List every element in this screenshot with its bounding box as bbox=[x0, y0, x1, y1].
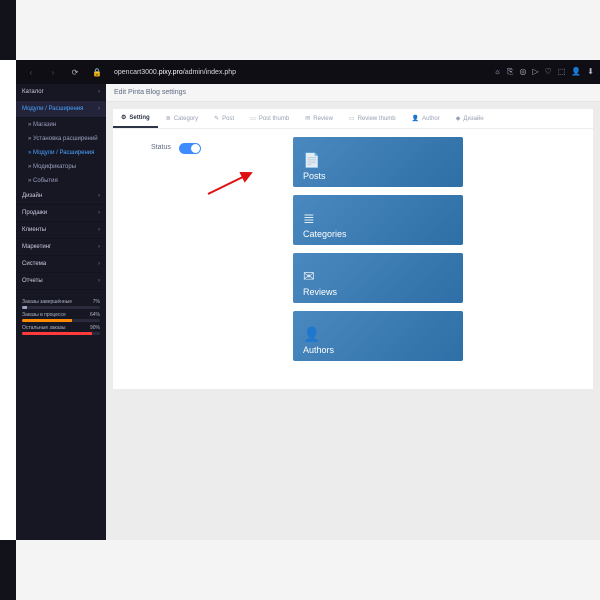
chevron-right-icon: › bbox=[98, 278, 100, 284]
card-icon: 📄 bbox=[303, 153, 453, 167]
page-title: Edit Pinta Blog settings bbox=[106, 84, 600, 102]
ext-icon[interactable]: ☼ bbox=[494, 67, 501, 77]
tab-setting[interactable]: ⚙Setting bbox=[113, 109, 158, 128]
heart-icon[interactable]: ♡ bbox=[545, 67, 552, 77]
download-icon[interactable]: ⬇ bbox=[587, 67, 594, 77]
nav-reload-button[interactable]: ⟳ bbox=[68, 65, 82, 79]
stat-bar bbox=[22, 332, 100, 335]
chevron-right-icon: › bbox=[98, 210, 100, 216]
sidebar-subitem[interactable]: » Магазин bbox=[16, 118, 106, 132]
ext-icon[interactable]: ▷ bbox=[532, 67, 538, 77]
chevron-right-icon: › bbox=[98, 89, 100, 95]
tab-icon: ⚙ bbox=[121, 114, 126, 121]
stat-bar bbox=[22, 319, 100, 322]
window-frame: ‹ › ⟳ 🔒 opencart3000.pixy.pro/admin/inde… bbox=[0, 60, 600, 540]
card-posts[interactable]: 📄 Posts bbox=[293, 137, 463, 187]
url-prefix: opencart3000. bbox=[114, 69, 159, 76]
sidebar-subitem[interactable]: » Установка расширений bbox=[16, 132, 106, 146]
sidebar-stats: Заказы завершённые 7% Заказы в процессе 64… bbox=[16, 290, 106, 341]
sidebar-group[interactable]: Продажи› bbox=[16, 205, 106, 222]
cards-column: 📄 Posts ≣ Categories ✉ Reviews 👤 Authors bbox=[293, 137, 463, 361]
tab-icon: ▭ bbox=[250, 115, 256, 122]
ext-icon[interactable]: ◎ bbox=[519, 67, 526, 77]
sidebar-group[interactable]: Отчеты› bbox=[16, 273, 106, 290]
address-bar[interactable]: opencart3000.pixy.pro/admin/index.php bbox=[114, 69, 494, 76]
tab-icon: 👤 bbox=[412, 115, 419, 122]
tab-icon: ◆ bbox=[456, 115, 461, 122]
stat-bar bbox=[22, 306, 100, 309]
tab-icon: ✉ bbox=[305, 115, 310, 122]
card-label: Categories bbox=[303, 229, 453, 239]
tabs-row: ⚙Setting≣Category✎Post▭Post thumb✉Review… bbox=[113, 109, 593, 129]
url-path: /admin/index.php bbox=[183, 69, 236, 76]
sidebar-group[interactable]: Каталог› bbox=[16, 84, 106, 101]
stat-value: 7% bbox=[93, 299, 100, 305]
nav-forward-button[interactable]: › bbox=[46, 65, 60, 79]
stat-label: Заказы завершённые bbox=[22, 299, 72, 305]
chevron-right-icon: › bbox=[98, 227, 100, 233]
sidebar-group[interactable]: Модули / Расширения› bbox=[16, 101, 106, 118]
card-authors[interactable]: 👤 Authors bbox=[293, 311, 463, 361]
tab-post-thumb[interactable]: ▭Post thumb bbox=[242, 109, 297, 128]
card-icon: 👤 bbox=[303, 327, 453, 341]
settings-panel: ⚙Setting≣Category✎Post▭Post thumb✉Review… bbox=[112, 108, 594, 390]
toolbar-right: ☼ ⎘ ◎ ▷ ♡ ⬚ 👤 ⬇ bbox=[494, 67, 600, 77]
stat-label: Остальные заказы bbox=[22, 325, 65, 331]
card-label: Reviews bbox=[303, 287, 453, 297]
card-icon: ✉ bbox=[303, 269, 453, 283]
stat-value: 90% bbox=[90, 325, 100, 331]
admin-sidebar: Каталог›Модули / Расширения›» Магазин» У… bbox=[16, 84, 106, 540]
card-reviews[interactable]: ✉ Reviews bbox=[293, 253, 463, 303]
status-toggle[interactable] bbox=[179, 143, 201, 154]
tab-icon: ▭ bbox=[349, 115, 355, 122]
ext-icon[interactable]: ⬚ bbox=[558, 67, 566, 77]
content-area: Edit Pinta Blog settings ⚙Setting≣Catego… bbox=[106, 84, 600, 540]
tab-дизайн[interactable]: ◆Дизайн bbox=[448, 109, 492, 128]
sidebar-subitem[interactable]: » Модули / Расширения bbox=[16, 146, 106, 160]
lock-icon: 🔒 bbox=[90, 65, 104, 79]
card-categories[interactable]: ≣ Categories bbox=[293, 195, 463, 245]
sidebar-group[interactable]: Система› bbox=[16, 256, 106, 273]
sidebar-group[interactable]: Клиенты› bbox=[16, 222, 106, 239]
tab-post[interactable]: ✎Post bbox=[206, 109, 242, 128]
chevron-right-icon: › bbox=[98, 193, 100, 199]
tab-review[interactable]: ✉Review bbox=[297, 109, 341, 128]
chevron-right-icon: › bbox=[98, 261, 100, 267]
tab-review-thumb[interactable]: ▭Review thumb bbox=[341, 109, 404, 128]
stat-value: 64% bbox=[90, 312, 100, 318]
card-label: Authors bbox=[303, 345, 453, 355]
nav-back-button[interactable]: ‹ bbox=[24, 65, 38, 79]
browser-topbar: ‹ › ⟳ 🔒 opencart3000.pixy.pro/admin/inde… bbox=[16, 60, 600, 84]
sidebar-group[interactable]: Маркетинг› bbox=[16, 239, 106, 256]
card-label: Posts bbox=[303, 171, 453, 181]
sidebar-group[interactable]: Дизайн› bbox=[16, 188, 106, 205]
tab-icon: ✎ bbox=[214, 115, 219, 122]
url-host: pixy.pro bbox=[159, 69, 183, 76]
tab-icon: ≣ bbox=[166, 115, 171, 122]
status-label: Status bbox=[151, 144, 171, 151]
sidebar-subitem[interactable]: » Модификаторы bbox=[16, 160, 106, 174]
card-icon: ≣ bbox=[303, 211, 453, 225]
user-icon[interactable]: 👤 bbox=[571, 67, 581, 77]
sidebar-subitem[interactable]: » События bbox=[16, 174, 106, 188]
chevron-right-icon: › bbox=[98, 244, 100, 250]
panel-body: Status 📄 Posts ≣ Categories ✉ Reviews 👤 Authors bbox=[113, 129, 593, 389]
chevron-right-icon: › bbox=[98, 106, 100, 112]
tab-category[interactable]: ≣Category bbox=[158, 109, 206, 128]
tab-author[interactable]: 👤Author bbox=[404, 109, 448, 128]
stat-label: Заказы в процессе bbox=[22, 312, 66, 318]
ext-icon[interactable]: ⎘ bbox=[507, 67, 513, 77]
